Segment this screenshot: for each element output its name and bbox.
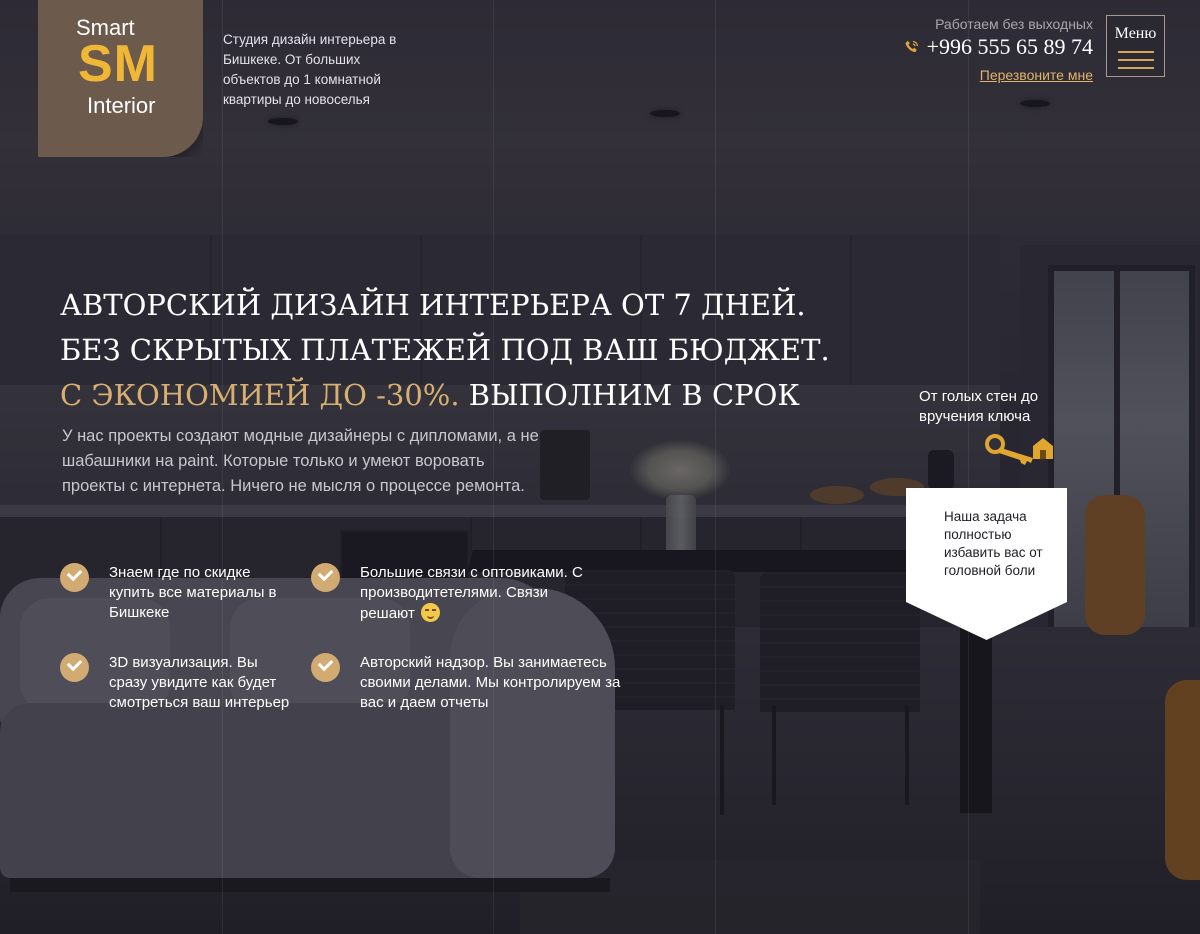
key-house-icon: [985, 434, 1053, 465]
task-text: Наша задача полностью избавить вас от го…: [944, 509, 1043, 578]
key-caption: От голых стен до вручения ключа: [919, 388, 1039, 425]
smirk-emoji-icon: [420, 603, 440, 622]
menu-button[interactable]: Меню: [1106, 15, 1165, 77]
work-hours: Работаем без выходных: [935, 16, 1093, 32]
check-icon: [311, 563, 340, 592]
menu-label: Меню: [1114, 25, 1157, 42]
feature-item: Большие связи с оптовиками. С производит…: [311, 563, 591, 624]
feature-item: Авторский надзор. Вы занимаетесь своими …: [311, 653, 631, 713]
headline-part-1: АВТОРСКИЙ ДИЗАЙН ИНТЕРЬЕРА ОТ 7 ДНЕЙ. БЕ…: [60, 288, 830, 367]
feature-text: Авторский надзор. Вы занимаетесь своими …: [360, 654, 621, 711]
feature-item: Знаем где по скидке купить все материалы…: [60, 563, 300, 623]
hero-headline: АВТОРСКИЙ ДИЗАЙН ИНТЕРЬЕРА ОТ 7 ДНЕЙ. БЕ…: [60, 283, 860, 418]
check-icon: [60, 653, 89, 682]
hamburger-icon: [1118, 51, 1154, 53]
feature-text: 3D визуализация. Вы сразу увидите как бу…: [109, 654, 290, 711]
phone-icon: [904, 40, 918, 52]
feature-text: Знаем где по скидке купить все материалы…: [109, 564, 277, 621]
logo-text-interior: Interior: [87, 93, 156, 118]
headline-accent: С ЭКОНОМИЕЙ ДО -30%.: [60, 378, 460, 412]
callback-link[interactable]: Перезвоните мне: [980, 67, 1093, 83]
feature-item: 3D визуализация. Вы сразу увидите как бу…: [60, 653, 300, 713]
logo-mark: SM: [78, 35, 158, 93]
check-icon: [311, 653, 340, 682]
check-icon: [60, 563, 89, 592]
feature-text: Большие связи с оптовиками. С производит…: [360, 564, 583, 622]
phone-block[interactable]: +996 555 65 89 74: [903, 34, 1093, 60]
logo[interactable]: Smart SM Interior: [38, 0, 203, 157]
headline-part-2: ВЫПОЛНИМ В СРОК: [459, 378, 800, 412]
phone-number[interactable]: +996 555 65 89 74: [927, 34, 1093, 60]
studio-tagline: Студия дизайн интерьера в Бишкеке. От бо…: [223, 32, 397, 107]
hero-subtext: У нас проекты создают модные дизайнеры с…: [62, 427, 539, 495]
